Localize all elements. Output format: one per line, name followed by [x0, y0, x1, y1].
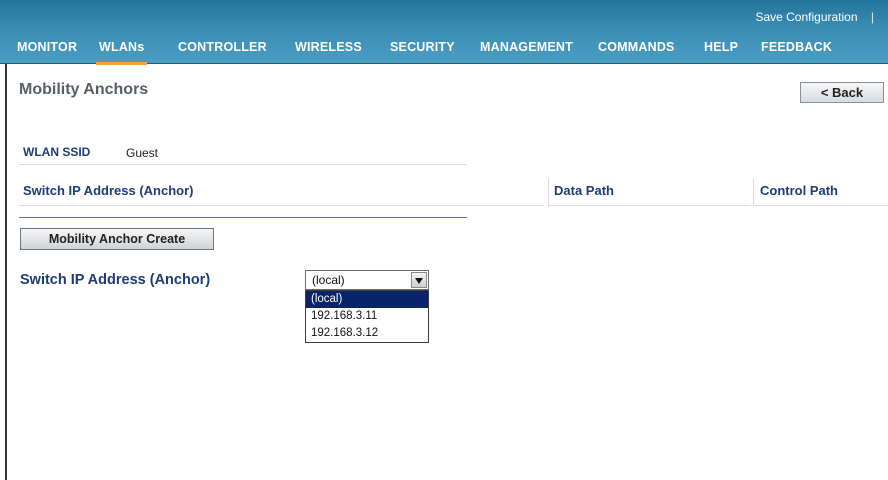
left-edge-line [5, 64, 7, 480]
menu-monitor[interactable]: MONITOR [17, 34, 77, 62]
select-current-value: (local) [312, 273, 345, 287]
mobility-anchor-create-button[interactable]: Mobility Anchor Create [20, 228, 214, 250]
menu-feedback[interactable]: FEEDBACK [761, 34, 832, 62]
menu-help[interactable]: HELP [704, 34, 738, 62]
column-header-control-path: Control Path [760, 183, 838, 198]
utility-separator: | [870, 10, 874, 24]
back-button[interactable]: < Back [800, 82, 884, 103]
column-divider [548, 178, 549, 206]
switch-ip-dropdown-list: (local) 192.168.3.11 192.168.3.12 [305, 290, 429, 343]
wlan-ssid-value: Guest [126, 146, 159, 160]
ssid-divider [19, 164, 467, 165]
switch-ip-anchor-label: Switch IP Address (Anchor) [20, 272, 211, 288]
page-title: Mobility Anchors [19, 81, 149, 98]
main-menu: MONITOR WLANs CONTROLLER WIRELESS SECURI… [0, 34, 888, 65]
table-header-divider [549, 205, 751, 206]
menu-commands[interactable]: COMMANDS [598, 34, 675, 62]
menu-wireless[interactable]: WIRELESS [295, 34, 362, 62]
dropdown-option-192-168-3-12[interactable]: 192.168.3.12 [306, 325, 428, 342]
table-header-divider [19, 205, 544, 206]
save-configuration-link[interactable]: Save Configuration [755, 10, 857, 24]
dropdown-option-192-168-3-11[interactable]: 192.168.3.11 [306, 308, 428, 325]
chevron-down-icon[interactable] [411, 272, 427, 288]
dropdown-option-local[interactable]: (local) [306, 291, 428, 308]
menu-controller[interactable]: CONTROLLER [178, 34, 267, 62]
column-header-switch-ip: Switch IP Address (Anchor) [23, 183, 194, 198]
wlan-ssid-label: WLAN SSID [23, 145, 91, 159]
top-navigation-bar: Save Configuration | MONITOR WLANs CONTR… [0, 0, 888, 65]
menu-security[interactable]: SECURITY [390, 34, 455, 62]
menu-wlans[interactable]: WLANs [95, 34, 148, 65]
column-divider [753, 178, 754, 206]
menu-management[interactable]: MANAGEMENT [480, 34, 573, 62]
table-header-divider [754, 205, 888, 206]
utility-links: Save Configuration | [755, 10, 874, 24]
switch-ip-anchor-select[interactable]: (local) [305, 270, 429, 290]
column-header-data-path: Data Path [554, 183, 614, 198]
table-bottom-rule [19, 217, 467, 218]
